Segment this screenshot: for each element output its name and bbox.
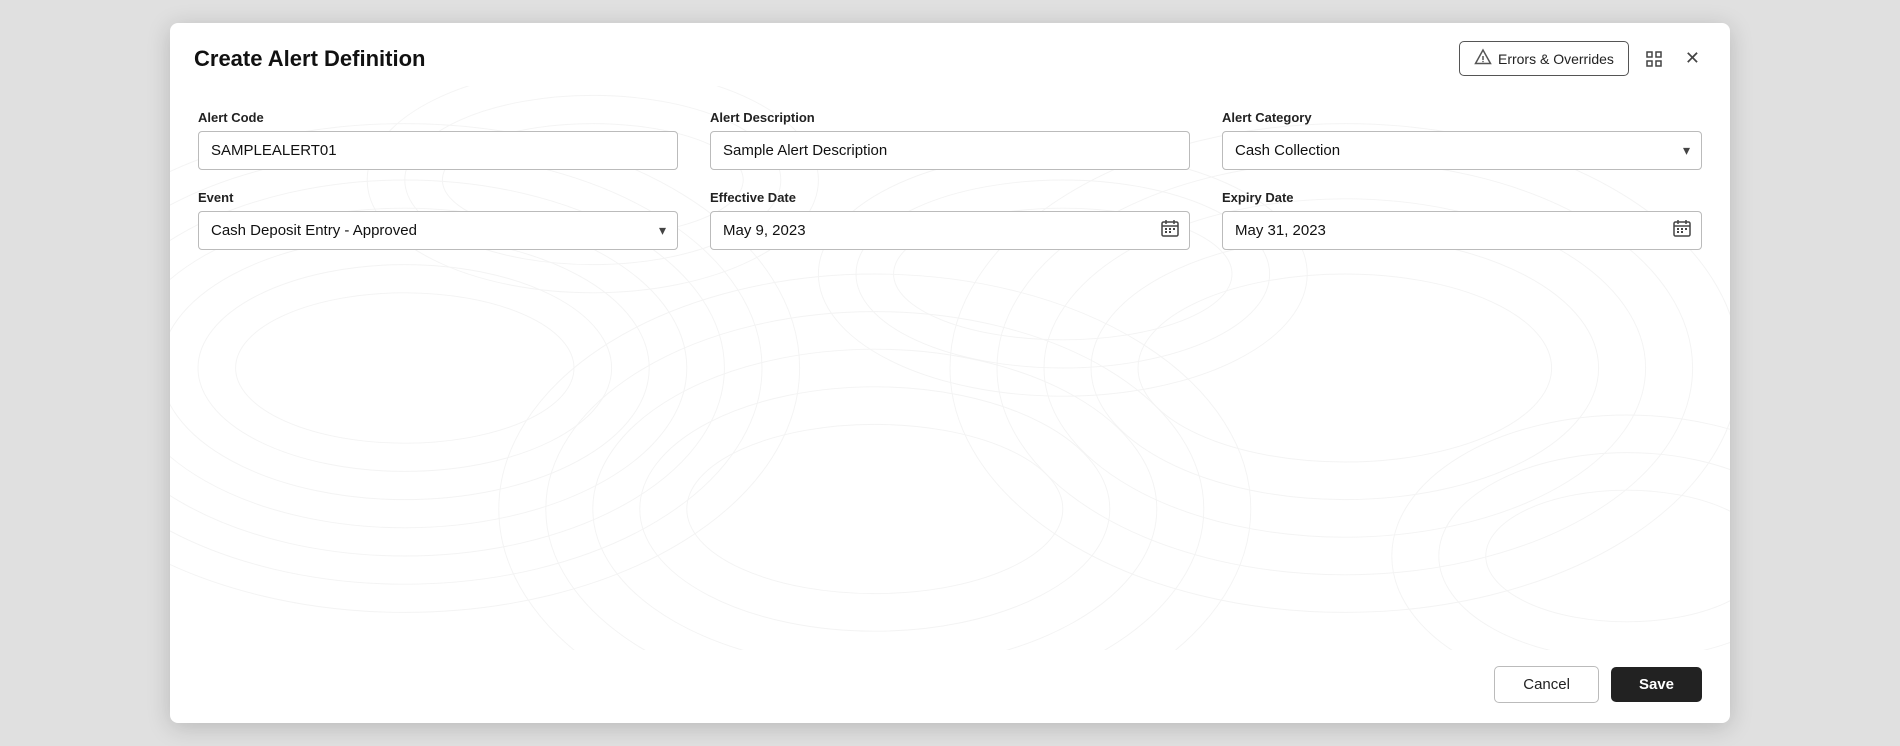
errors-overrides-button[interactable]: Errors & Overrides (1459, 41, 1629, 76)
alert-code-label: Alert Code (198, 110, 678, 125)
warning-icon (1474, 48, 1492, 69)
alert-category-group: Alert Category Cash Collection Other ▾ (1222, 110, 1702, 170)
cancel-button[interactable]: Cancel (1494, 666, 1599, 703)
save-button[interactable]: Save (1611, 667, 1702, 702)
modal-title: Create Alert Definition (194, 46, 425, 72)
alert-category-label: Alert Category (1222, 110, 1702, 125)
expand-button[interactable] (1639, 46, 1669, 72)
create-alert-modal: Create Alert Definition Errors & Overrid… (170, 23, 1730, 723)
modal-footer: Cancel Save (170, 650, 1730, 723)
alert-category-select[interactable]: Cash Collection Other (1222, 131, 1702, 170)
alert-description-input[interactable] (710, 131, 1190, 170)
header-actions: Errors & Overrides ✕ (1459, 41, 1706, 76)
effective-date-group: Effective Date (710, 190, 1190, 250)
effective-date-input[interactable] (710, 211, 1190, 250)
alert-code-group: Alert Code (198, 110, 678, 170)
event-label: Event (198, 190, 678, 205)
form-grid: Alert Code Alert Description Alert Categ… (198, 110, 1702, 250)
alert-code-input[interactable] (198, 131, 678, 170)
effective-date-label: Effective Date (710, 190, 1190, 205)
modal-body: Alert Code Alert Description Alert Categ… (170, 86, 1730, 650)
event-select[interactable]: Cash Deposit Entry - Approved Other (198, 211, 678, 250)
expiry-date-group: Expiry Date (1222, 190, 1702, 250)
modal-header: Create Alert Definition Errors & Overrid… (170, 23, 1730, 86)
effective-date-wrapper (710, 211, 1190, 250)
alert-category-select-wrapper: Cash Collection Other ▾ (1222, 131, 1702, 170)
close-button[interactable]: ✕ (1679, 44, 1706, 73)
expiry-date-wrapper (1222, 211, 1702, 250)
event-select-wrapper: Cash Deposit Entry - Approved Other ▾ (198, 211, 678, 250)
expiry-date-input[interactable] (1222, 211, 1702, 250)
close-icon: ✕ (1685, 48, 1700, 69)
expiry-date-label: Expiry Date (1222, 190, 1702, 205)
alert-description-group: Alert Description (710, 110, 1190, 170)
event-group: Event Cash Deposit Entry - Approved Othe… (198, 190, 678, 250)
alert-description-label: Alert Description (710, 110, 1190, 125)
errors-overrides-label: Errors & Overrides (1498, 51, 1614, 67)
